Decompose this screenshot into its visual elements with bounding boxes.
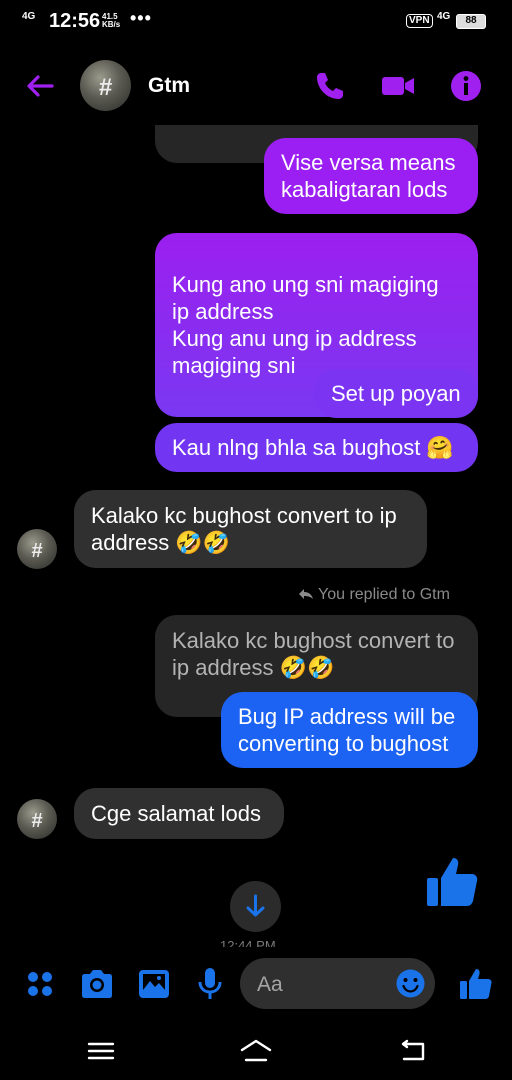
- phone-icon[interactable]: [312, 68, 348, 104]
- speed-unit: KB/s: [102, 20, 121, 29]
- four-dots-icon[interactable]: [22, 966, 58, 1002]
- network-speed: 41.5 KB/s: [102, 13, 120, 29]
- thumbs-up-icon: [427, 858, 478, 906]
- message-composer: Aa: [0, 952, 512, 1018]
- camera-icon[interactable]: [79, 966, 115, 1002]
- contact-avatar-small[interactable]: [17, 529, 57, 569]
- video-camera-icon[interactable]: [380, 68, 416, 104]
- vpn-badge: VPN: [406, 14, 433, 28]
- contact-avatar-small[interactable]: [17, 799, 57, 839]
- message-input[interactable]: Aa: [240, 958, 435, 1009]
- smiley-icon[interactable]: [395, 968, 426, 999]
- incoming-message[interactable]: Cge salamat lods: [74, 788, 284, 839]
- message-text: Kung ano ung sni magiging ip address Kun…: [172, 272, 439, 378]
- reply-indicator: You replied to Gtm: [298, 586, 450, 604]
- thumbs-up-send-icon[interactable]: [457, 966, 493, 1002]
- contact-name[interactable]: Gtm: [148, 74, 190, 98]
- message-text: Cge salamat lods: [91, 801, 261, 826]
- info-icon[interactable]: [448, 68, 484, 104]
- outgoing-message[interactable]: Vise versa means kabaligtaran lods: [264, 138, 478, 214]
- message-text: Vise versa means kabaligtaran lods: [281, 150, 456, 202]
- message-text: Bug IP address will be converting to bug…: [238, 704, 456, 756]
- menu-icon[interactable]: [84, 1036, 118, 1066]
- scroll-to-bottom-button[interactable]: [230, 881, 281, 932]
- network-indicator-right: 4G: [437, 11, 451, 22]
- message-text: Kau nlng bhla sa bughost 🤗: [172, 435, 454, 460]
- home-icon[interactable]: [239, 1036, 273, 1066]
- back-arrow-icon[interactable]: [22, 68, 58, 104]
- status-bar: 4G 12:56 41.5 KB/s ••• VPN 4G 88: [0, 0, 512, 44]
- battery-indicator: 88: [456, 14, 486, 29]
- reply-icon: [299, 589, 313, 599]
- contact-avatar[interactable]: [80, 60, 131, 111]
- message-text: Kalako kc bughost convert to ip address …: [91, 503, 397, 555]
- quoted-text: Kalako kc bughost convert to ip address …: [172, 628, 455, 680]
- chat-header: Gtm: [0, 52, 512, 122]
- outgoing-message[interactable]: Set up poyan: [314, 369, 478, 418]
- message-text: Set up poyan: [331, 381, 461, 406]
- system-nav-bar: [0, 1020, 512, 1080]
- more-notifications-icon: •••: [130, 8, 152, 28]
- image-icon[interactable]: [136, 966, 172, 1002]
- input-placeholder: Aa: [257, 973, 283, 996]
- microphone-icon[interactable]: [192, 966, 228, 1002]
- incoming-message[interactable]: Kalako kc bughost convert to ip address …: [74, 490, 427, 568]
- back-icon[interactable]: [395, 1036, 429, 1066]
- outgoing-message[interactable]: Kau nlng bhla sa bughost 🤗: [155, 423, 478, 472]
- reply-label: You replied to Gtm: [318, 586, 450, 603]
- timestamp: 12:44 PM: [220, 938, 276, 947]
- clock: 12:56: [49, 10, 101, 32]
- outgoing-message[interactable]: Bug IP address will be converting to bug…: [221, 692, 478, 768]
- network-indicator: 4G: [22, 11, 36, 22]
- arrow-down-icon: [246, 894, 265, 917]
